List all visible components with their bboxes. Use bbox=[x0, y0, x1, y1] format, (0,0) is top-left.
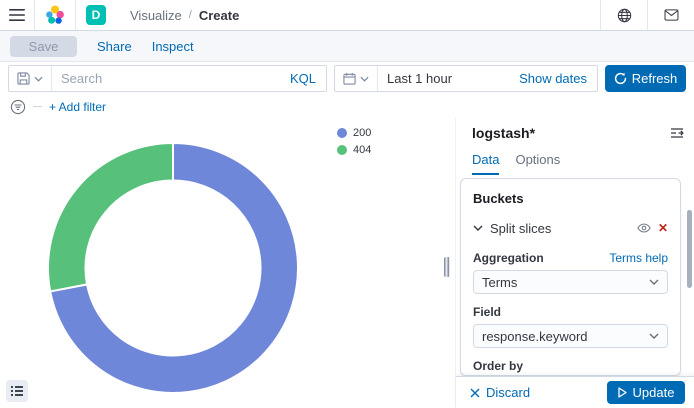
menu-right-icon bbox=[670, 126, 684, 140]
editor-tabs: Data Options bbox=[472, 152, 560, 175]
pie-slice-404[interactable] bbox=[48, 143, 173, 291]
add-filter-button[interactable]: + Add filter bbox=[49, 100, 106, 114]
space-badge: D bbox=[86, 5, 106, 25]
save-query-icon bbox=[17, 72, 30, 85]
panel-scrollbar[interactable] bbox=[687, 210, 692, 288]
panel-resize-handle[interactable] bbox=[444, 257, 450, 277]
visualize-toolbar: Save Share Inspect bbox=[0, 31, 694, 62]
refresh-icon bbox=[614, 72, 627, 85]
field-value: response.keyword bbox=[482, 329, 649, 344]
breadcrumb-separator: / bbox=[189, 9, 192, 21]
field-select[interactable]: response.keyword bbox=[473, 324, 668, 348]
legend-dot-icon bbox=[337, 128, 347, 138]
chevron-down-icon bbox=[473, 225, 483, 231]
field-label: Field bbox=[473, 305, 501, 319]
buckets-heading: Buckets bbox=[473, 191, 668, 206]
newsfeed-button[interactable] bbox=[648, 0, 694, 30]
query-bar: Search KQL Last 1 hour Show dates bbox=[0, 62, 694, 95]
list-icon bbox=[11, 385, 23, 397]
chevron-down-icon bbox=[649, 333, 659, 339]
breadcrumb-create: Create bbox=[199, 8, 239, 23]
elastic-logo-icon bbox=[45, 5, 65, 25]
aggregation-value: Terms bbox=[482, 275, 649, 290]
kibana-visualize-screen: D Visualize / Create Save Share bbox=[0, 0, 694, 408]
terms-help-link[interactable]: Terms help bbox=[609, 251, 668, 265]
help-menu-button[interactable] bbox=[601, 0, 647, 30]
time-range-value[interactable]: Last 1 hour bbox=[378, 71, 519, 86]
aggregation-select[interactable]: Terms bbox=[473, 270, 668, 294]
remove-bucket-button[interactable]: ✕ bbox=[658, 221, 668, 235]
legend-toggle-button[interactable] bbox=[6, 380, 28, 402]
play-icon bbox=[618, 387, 627, 398]
aggregation-group: Aggregation Terms help Terms bbox=[473, 251, 668, 294]
editor-footer: Discard Update bbox=[456, 376, 694, 408]
split-slices-label: Split slices bbox=[490, 221, 630, 236]
aggregation-label: Aggregation bbox=[473, 251, 544, 265]
close-icon: ✕ bbox=[658, 221, 668, 235]
show-dates-button[interactable]: Show dates bbox=[519, 71, 597, 86]
index-pattern-title: logstash* bbox=[472, 125, 535, 141]
breadcrumb: Visualize / Create bbox=[116, 8, 600, 23]
update-button[interactable]: Update bbox=[607, 381, 685, 404]
discard-label: Discard bbox=[486, 385, 530, 400]
tab-data[interactable]: Data bbox=[472, 152, 499, 175]
order-by-label: Order by bbox=[473, 359, 523, 373]
query-language-button[interactable]: KQL bbox=[290, 71, 326, 86]
legend-dot-icon bbox=[337, 145, 347, 155]
legend-label: 200 bbox=[353, 127, 371, 139]
elastic-home-button[interactable] bbox=[35, 0, 75, 30]
chart-legend: 200404 bbox=[337, 127, 371, 156]
legend-label: 404 bbox=[353, 144, 371, 156]
time-picker[interactable]: Last 1 hour Show dates bbox=[334, 65, 598, 92]
order-by-group: Order by Metric: Count bbox=[473, 359, 668, 376]
search-input[interactable]: Search KQL bbox=[8, 65, 327, 92]
saved-query-menu-button[interactable] bbox=[9, 66, 52, 91]
chevron-down-icon bbox=[360, 76, 369, 82]
refresh-label: Refresh bbox=[632, 71, 678, 86]
search-placeholder: Search bbox=[52, 71, 290, 86]
discard-button[interactable]: Discard bbox=[470, 385, 530, 400]
filter-divider bbox=[33, 106, 42, 107]
calendar-icon bbox=[343, 72, 356, 85]
refresh-button[interactable]: Refresh bbox=[605, 65, 686, 92]
menu-button[interactable] bbox=[0, 0, 34, 30]
legend-item-404[interactable]: 404 bbox=[337, 144, 371, 156]
buckets-card: Buckets Split slices ✕ bbox=[460, 178, 681, 376]
hamburger-icon bbox=[9, 8, 25, 22]
save-button[interactable]: Save bbox=[10, 36, 77, 57]
time-picker-menu-button[interactable] bbox=[335, 66, 378, 91]
update-label: Update bbox=[633, 385, 675, 400]
share-button[interactable]: Share bbox=[97, 39, 132, 54]
globe-icon bbox=[617, 8, 632, 23]
tab-options[interactable]: Options bbox=[515, 152, 560, 175]
eye-icon bbox=[637, 223, 651, 233]
donut-chart[interactable] bbox=[43, 138, 303, 398]
collapse-panel-button[interactable] bbox=[670, 126, 684, 140]
inspect-button[interactable]: Inspect bbox=[152, 39, 194, 54]
visualization-editor-panel: logstash* Data Options Buckets Split sli… bbox=[455, 118, 694, 408]
mail-icon bbox=[664, 9, 679, 21]
field-group: Field response.keyword bbox=[473, 305, 668, 348]
filter-bar: + Add filter bbox=[0, 95, 694, 118]
close-icon bbox=[470, 388, 480, 398]
space-selector[interactable]: D bbox=[76, 0, 116, 30]
chevron-down-icon bbox=[649, 279, 659, 285]
filter-icon bbox=[10, 99, 26, 115]
legend-item-200[interactable]: 200 bbox=[337, 127, 371, 139]
breadcrumb-visualize[interactable]: Visualize bbox=[130, 8, 182, 23]
chevron-down-icon bbox=[34, 76, 43, 82]
pie-svg bbox=[43, 138, 303, 398]
split-slices-accordion[interactable]: Split slices ✕ bbox=[473, 216, 668, 240]
top-nav: D Visualize / Create bbox=[0, 0, 694, 31]
toggle-visibility-button[interactable] bbox=[637, 223, 651, 233]
